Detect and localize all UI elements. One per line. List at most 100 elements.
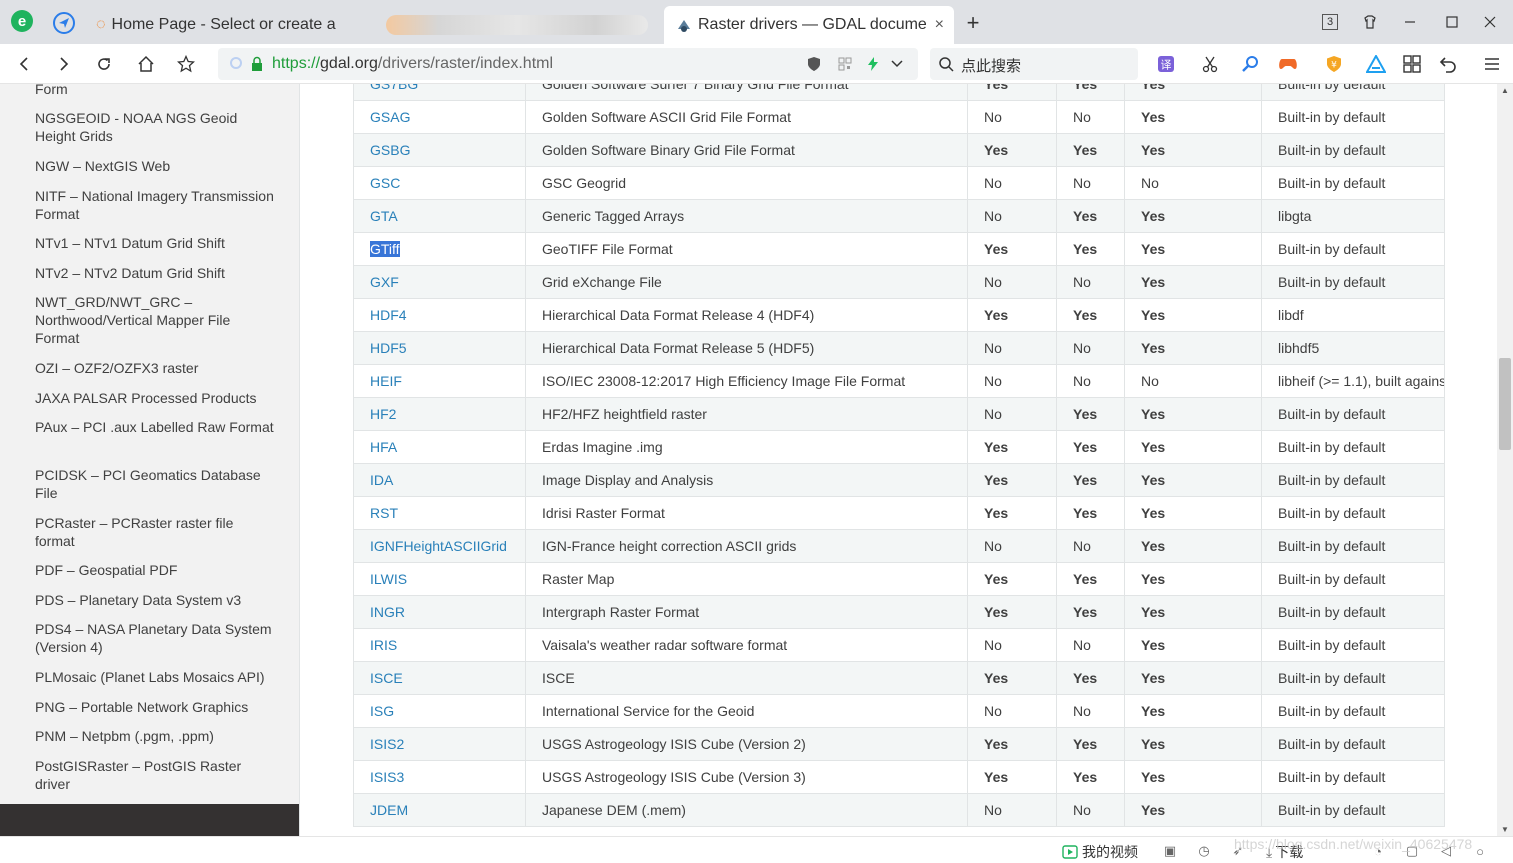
vertical-scrollbar[interactable]: ▲ ▼	[1497, 84, 1513, 836]
back-icon[interactable]	[10, 50, 38, 78]
reload-icon[interactable]	[90, 50, 118, 78]
qrcode-icon[interactable]	[838, 57, 852, 74]
cell-code[interactable]: HDF4	[353, 298, 526, 332]
cell-code[interactable]: GTiff	[353, 232, 526, 266]
cell-code[interactable]: IRIS	[353, 628, 526, 662]
maximize-icon[interactable]	[1440, 10, 1464, 34]
cell-code[interactable]: GTA	[353, 199, 526, 233]
forward-icon[interactable]	[50, 50, 78, 78]
scroll-thumb[interactable]	[1499, 358, 1511, 450]
my-video-button[interactable]: 我的视频	[1062, 842, 1138, 862]
search-input[interactable]: 点此搜索	[961, 55, 1021, 76]
address-bar[interactable]: https://gdal.org/drivers/raster/index.ht…	[218, 48, 918, 80]
scroll-down-icon[interactable]: ▼	[1501, 825, 1509, 834]
sidebar-item-ozi[interactable]: OZI – OZF2/OZFX3 raster	[35, 359, 275, 377]
sidebar-item-paux[interactable]: PAux – PCI .aux Labelled Raw Format	[35, 418, 275, 436]
cell-code[interactable]: GS7BG	[353, 84, 526, 101]
wallet-shield-icon[interactable]: ¥	[1322, 52, 1346, 76]
tab-home-page[interactable]: ◌ Home Page - Select or create a	[86, 6, 376, 44]
cell-compiled: Built-in by default	[1261, 133, 1445, 167]
cell-compiled: Built-in by default	[1261, 265, 1445, 299]
minimize-icon[interactable]	[1398, 10, 1422, 34]
cell-code[interactable]: ISIS3	[353, 760, 526, 794]
screenshot-scissors-icon[interactable]	[1198, 52, 1222, 76]
cell-code[interactable]: HF2	[353, 397, 526, 431]
new-tab-icon[interactable]: +	[962, 10, 984, 35]
tab-blurred[interactable]	[380, 6, 662, 44]
home-icon[interactable]	[132, 50, 160, 78]
table-row: HDF5 Hierarchical Data Format Release 5 (…	[353, 331, 1445, 365]
sidebar-item-ngsgeoid[interactable]: NGSGEOID - NOAA NGS Geoid Height Grids	[35, 109, 275, 145]
sidebar-item-ntv2[interactable]: NTv2 – NTv2 Datum Grid Shift	[35, 264, 275, 282]
shield-icon[interactable]	[807, 56, 821, 75]
search-box[interactable]: 点此搜索	[930, 48, 1138, 80]
sidebar-item-ntv1[interactable]: NTv1 – NTv1 Datum Grid Shift	[35, 234, 275, 252]
cell-code[interactable]: GSAG	[353, 100, 526, 134]
cell-code[interactable]: ISG	[353, 694, 526, 728]
cell-code[interactable]: GSC	[353, 166, 526, 200]
cell-code[interactable]: HFA	[353, 430, 526, 464]
site-info-icon[interactable]	[230, 57, 242, 69]
sidebar-item-pds4[interactable]: PDS4 – NASA Planetary Data System (Versi…	[35, 620, 275, 656]
cell-creation: No	[967, 694, 1057, 728]
cell-code[interactable]: JDEM	[353, 793, 526, 827]
cell-code[interactable]: GSBG	[353, 133, 526, 167]
sidebar-item-nitf[interactable]: NITF – National Imagery Transmission For…	[35, 187, 275, 223]
cell-creation: Yes	[967, 463, 1057, 497]
sidebar-item-pcraster[interactable]: PCRaster – PCRaster raster file format	[35, 514, 275, 550]
cell-creation: Yes	[967, 133, 1057, 167]
cell-code[interactable]: ISCE	[353, 661, 526, 695]
cell-code[interactable]: IGNFHeightASCIIGrid	[353, 529, 526, 563]
tab-raster-drivers[interactable]: Raster drivers — GDAL docume ×	[664, 6, 954, 44]
bookmark-star-icon[interactable]	[172, 50, 200, 78]
sidebar-item-nwt-grd[interactable]: NWT_GRD/NWT_GRC – Northwood/Vertical Map…	[35, 293, 275, 347]
cell-copy: Yes	[1056, 84, 1125, 101]
sidebar-item-pnm[interactable]: PNM – Netpbm (.pgm, .ppm)	[35, 727, 275, 745]
cell-code[interactable]: INGR	[353, 595, 526, 629]
tab-count-icon[interactable]: 3	[1318, 10, 1342, 34]
url-text[interactable]: https://gdal.org/drivers/raster/index.ht…	[272, 55, 553, 73]
cell-compiled: Built-in by default	[1261, 166, 1445, 200]
translate-icon[interactable]: 译	[1154, 52, 1178, 76]
sidebar-item-plmosaic[interactable]: PLMosaic (Planet Labs Mosaics API)	[35, 668, 275, 686]
chevron-down-icon[interactable]	[890, 56, 904, 73]
apps-grid-icon[interactable]	[1400, 52, 1424, 76]
zoom-icon[interactable]: ○	[1472, 843, 1488, 859]
cell-copy: Yes	[1056, 595, 1125, 629]
game-controller-icon[interactable]	[1276, 52, 1300, 76]
sync-icon[interactable]: ◷	[1196, 843, 1212, 859]
find-icon[interactable]	[1238, 52, 1262, 76]
cell-code[interactable]: HEIF	[353, 364, 526, 398]
browser-logo-icon[interactable]: e	[10, 9, 34, 33]
speed-mode-icon[interactable]	[866, 56, 880, 75]
close-tab-icon[interactable]: ×	[935, 16, 944, 34]
sidebar: Form NGSGEOID - NOAA NGS Geoid Height Gr…	[0, 84, 300, 836]
selected-link[interactable]: GTiff	[370, 241, 400, 257]
sidebar-item-jaxa-palsar[interactable]: JAXA PALSAR Processed Products	[35, 389, 275, 407]
image-icon[interactable]: ▣	[1162, 843, 1178, 859]
sidebar-item-postgisraster[interactable]: PostGISRaster – PostGIS Raster driver	[35, 757, 275, 793]
sidebar-item-png[interactable]: PNG – Portable Network Graphics	[35, 698, 275, 716]
cell-code[interactable]: RST	[353, 496, 526, 530]
triangle-app-icon[interactable]	[1364, 52, 1388, 76]
cell-name: Grid eXchange File	[525, 265, 968, 299]
close-window-icon[interactable]	[1478, 10, 1502, 34]
cell-name: Image Display and Analysis	[525, 463, 968, 497]
undo-icon[interactable]	[1436, 52, 1460, 76]
send-icon[interactable]	[52, 11, 76, 35]
url-path: /drivers/raster/index.html	[377, 55, 554, 72]
cell-geo: Yes	[1124, 133, 1262, 167]
sidebar-item-form[interactable]: Form	[35, 84, 275, 98]
sidebar-item-pds[interactable]: PDS – Planetary Data System v3	[35, 591, 275, 609]
cell-code[interactable]: GXF	[353, 265, 526, 299]
skin-icon[interactable]	[1358, 10, 1382, 34]
cell-code[interactable]: ISIS2	[353, 727, 526, 761]
cell-code[interactable]: HDF5	[353, 331, 526, 365]
scroll-up-icon[interactable]: ▲	[1501, 86, 1509, 95]
cell-code[interactable]: ILWIS	[353, 562, 526, 596]
sidebar-item-pcidsk[interactable]: PCIDSK – PCI Geomatics Database File	[35, 466, 275, 502]
menu-icon[interactable]	[1480, 52, 1504, 76]
cell-code[interactable]: IDA	[353, 463, 526, 497]
sidebar-item-ngw[interactable]: NGW – NextGIS Web	[35, 157, 275, 175]
sidebar-item-pdf[interactable]: PDF – Geospatial PDF	[35, 561, 275, 579]
